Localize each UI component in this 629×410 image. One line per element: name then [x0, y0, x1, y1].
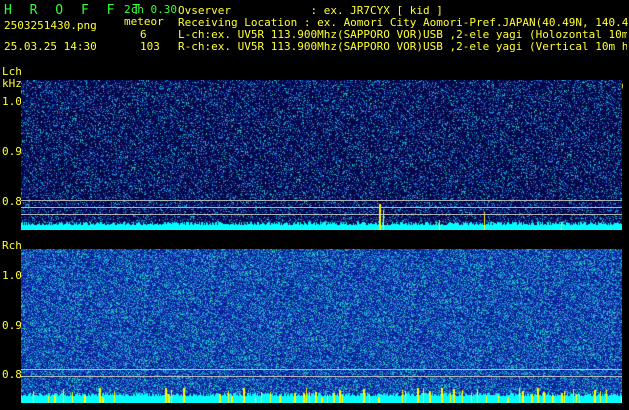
rch-spectrogram	[21, 249, 622, 403]
rch-ytick-1.0: 1.0	[2, 269, 22, 282]
count-lch: 6	[140, 28, 147, 41]
channel-info: 2ch 0.30	[124, 3, 177, 16]
rch-gridline	[21, 376, 622, 377]
lch-ytick-0.9: 0.9	[2, 145, 22, 158]
lch-spectrogram	[21, 80, 622, 230]
datetime-label: 25.03.25 14:30	[4, 40, 97, 53]
lch-ytick-1.0: 1.0	[2, 95, 22, 108]
rch-info: R-ch:ex. UV5R 113.900Mhz(SAPPORO VOR)USB…	[178, 41, 627, 52]
rch-label: Rch	[2, 239, 22, 252]
lch-gridline	[21, 207, 622, 208]
rch-ytick-0.9: 0.9	[2, 319, 22, 332]
filename-label: 2503251430.png	[4, 19, 97, 32]
rch-spectrogram-canvas	[21, 249, 622, 403]
lch-ytick-0.8: 0.8	[2, 195, 22, 208]
lch-gridline	[21, 214, 622, 215]
mode-label: meteor	[124, 15, 164, 28]
rch-gridline	[21, 369, 622, 370]
lch-gridline	[21, 200, 622, 201]
lch-label: Lch	[2, 65, 22, 78]
observer-info: Ovserver : ex. JR7CYX [ kid ]	[178, 4, 443, 17]
lch-info: L-ch:ex. UV5R 113.900Mhz(SAPPORO VOR)USB…	[178, 29, 627, 40]
rch-ytick-0.8: 0.8	[2, 368, 22, 381]
count-rch: 103	[140, 40, 160, 53]
location-info: Receiving Location : ex. Aomori City Aom…	[178, 16, 629, 29]
